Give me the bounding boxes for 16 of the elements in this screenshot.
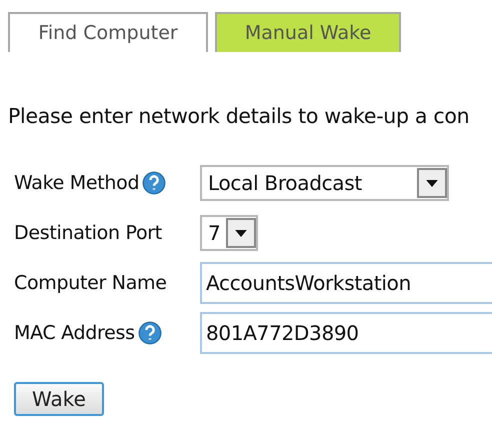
field-label: Wake Method [14,172,140,194]
dropdown[interactable]: Local Broadcast [200,165,449,201]
dropdown[interactable]: 7 [200,215,258,251]
wake-button[interactable]: Wake [14,382,104,416]
help-icon[interactable] [138,321,162,345]
field-label: Computer Name [14,272,167,294]
tab[interactable]: Manual Wake [215,12,401,52]
caret-icon [235,230,248,236]
input-field[interactable]: 801A772D3890 [200,312,492,354]
instruction-text: Please enter network details to wake-up a con [8,104,470,128]
field-label: MAC Address [14,322,135,344]
input-field[interactable]: AccountsWorkstation [200,262,492,304]
field-label: Destination Port [14,222,162,244]
caret-icon [426,180,438,186]
help-icon[interactable] [142,171,166,195]
tab[interactable]: Find Computer [8,12,208,52]
